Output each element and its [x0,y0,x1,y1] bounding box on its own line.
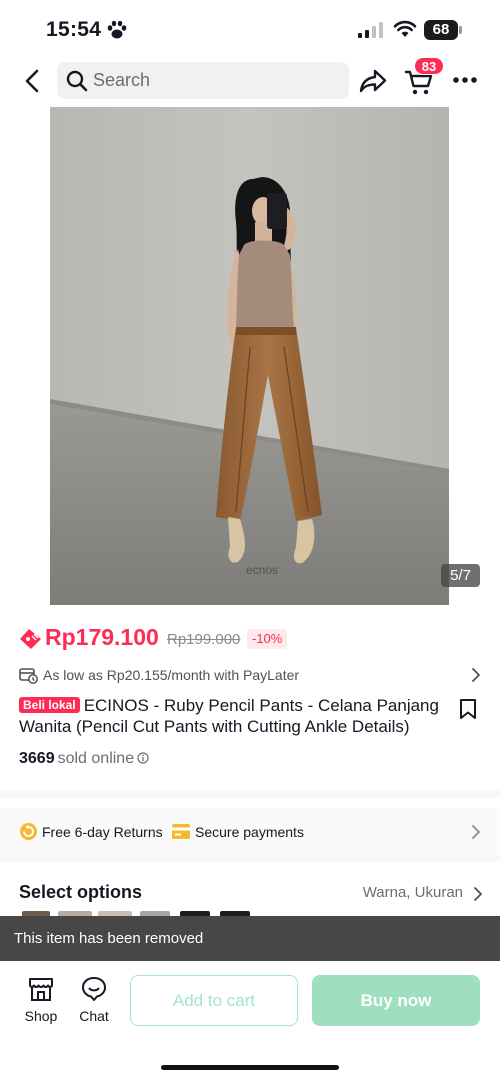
battery-tip [459,26,462,34]
free-returns-text: Free 6-day Returns [42,824,163,840]
chevron-right-icon [472,825,480,839]
battery-level: 68 [424,20,458,40]
shop-label: Shop [24,1008,58,1024]
chat-icon [82,977,106,1001]
section-divider [0,856,500,862]
search-bar[interactable] [57,62,349,99]
paylater-text: As low as Rp20.155/month with PayLater [43,667,300,683]
current-price: Rp179.100 [45,624,159,650]
signal-icon [358,22,383,38]
removed-toast: This item has been removed [0,916,500,961]
more-options-icon[interactable] [452,76,478,84]
product-image[interactable]: ecnos [50,107,449,605]
chat-button[interactable]: Chat [73,975,115,1027]
product-title: ECINOS - Ruby Pencil Pants - Celana Panj… [19,696,439,736]
paw-icon [107,20,127,39]
bottom-action-bar: Shop Chat Add to cart Buy now [0,961,500,1080]
chevron-right-icon [472,668,480,682]
sold-row: 3669 sold online [19,750,219,770]
search-input[interactable] [93,62,333,99]
buy-now-button[interactable]: Buy now [312,975,480,1026]
price-row: Rp179.100 Rp199.000 -10% [19,624,479,654]
chevron-right-icon [474,887,482,901]
price-tag-icon [20,629,41,649]
returns-icon [20,823,37,840]
wifi-icon [393,20,417,37]
sold-label: sold online [57,750,135,767]
image-counter: 5/7 [441,564,480,587]
image-watermark: ecnos [246,563,278,577]
status-time: 15:54 [46,18,102,41]
select-options-row[interactable]: Select options Warna, Ukuran [19,882,485,906]
secure-payments-text: Secure payments [195,824,304,840]
product-photo: ecnos [50,107,449,605]
top-header: 83 [0,57,500,106]
search-icon [66,70,88,92]
product-title-block: Beli lokal ECINOS - Ruby Pencil Pants - C… [19,695,449,737]
original-price: Rp199.000 [167,631,241,648]
battery-indicator: 68 [424,20,462,40]
shop-icon [29,978,53,1001]
service-row[interactable]: Free 6-day Returns Secure payments [0,808,500,856]
paylater-icon [19,668,38,684]
sold-count: 3669 [19,750,55,767]
share-icon[interactable] [358,67,388,95]
section-divider [0,790,500,798]
chat-label: Chat [79,1008,109,1024]
secure-payment-icon [172,824,190,839]
back-arrow-icon[interactable] [20,68,46,94]
cart-count-badge: 83 [414,57,444,75]
discount-badge: -10% [247,629,288,649]
info-icon[interactable] [137,752,149,764]
shop-button[interactable]: Shop [20,975,62,1027]
add-to-cart-button[interactable]: Add to cart [130,975,298,1026]
bookmark-icon[interactable] [458,698,478,720]
options-summary: Warna, Ukuran [362,884,463,901]
beli-lokal-badge: Beli lokal [19,697,80,713]
home-indicator [161,1065,339,1070]
status-bar: 15:54 68 [0,0,500,58]
select-options-title: Select options [19,882,143,902]
paylater-row[interactable]: As low as Rp20.155/month with PayLater [19,664,485,686]
